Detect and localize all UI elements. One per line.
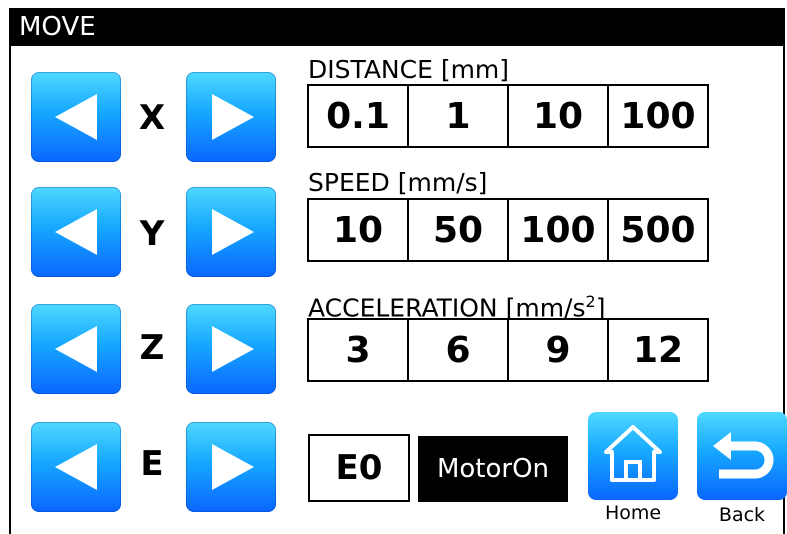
- x-minus-button[interactable]: [31, 72, 121, 162]
- acceleration-option[interactable]: 9: [509, 320, 609, 380]
- speed-selector: 10 50 100 500: [307, 198, 709, 262]
- x-plus-button[interactable]: [186, 72, 276, 162]
- e-minus-button[interactable]: [31, 422, 121, 512]
- axis-label-y: Y: [139, 214, 165, 254]
- right-arrow-icon: [212, 94, 254, 140]
- left-arrow-icon: [55, 94, 97, 140]
- axis-label-e: E: [140, 444, 164, 484]
- back-caption: Back: [718, 504, 766, 526]
- left-arrow-icon: [55, 209, 97, 255]
- distance-option[interactable]: 100: [609, 86, 707, 146]
- y-plus-button[interactable]: [186, 187, 276, 277]
- extruder-select-button[interactable]: E0: [308, 434, 410, 502]
- speed-option[interactable]: 50: [409, 200, 509, 260]
- home-caption: Home: [604, 502, 662, 524]
- z-minus-button[interactable]: [31, 304, 121, 394]
- z-plus-button[interactable]: [186, 304, 276, 394]
- distance-label: DISTANCE [mm]: [308, 55, 510, 84]
- left-arrow-icon: [55, 444, 97, 490]
- distance-option[interactable]: 0.1: [309, 86, 409, 146]
- acceleration-option[interactable]: 6: [409, 320, 509, 380]
- axis-label-x: X: [138, 98, 166, 138]
- acceleration-label-exponent: 2: [585, 292, 596, 311]
- acceleration-selector: 3 6 9 12: [307, 318, 709, 382]
- distance-option[interactable]: 10: [509, 86, 609, 146]
- right-arrow-icon: [212, 326, 254, 372]
- distance-selector: 0.1 1 10 100: [307, 84, 709, 148]
- speed-option[interactable]: 10: [309, 200, 409, 260]
- back-button[interactable]: [697, 412, 787, 500]
- distance-option[interactable]: 1: [409, 86, 509, 146]
- home-icon: [604, 425, 662, 482]
- right-arrow-icon: [212, 444, 254, 490]
- home-button[interactable]: [588, 412, 678, 500]
- acceleration-option[interactable]: 12: [609, 320, 707, 380]
- motor-on-button[interactable]: MotorOn: [418, 436, 568, 502]
- speed-option[interactable]: 100: [509, 200, 609, 260]
- speed-option[interactable]: 500: [609, 200, 707, 260]
- screen-title: MOVE: [19, 12, 96, 42]
- speed-label: SPEED [mm/s]: [308, 168, 488, 197]
- e-plus-button[interactable]: [186, 422, 276, 512]
- right-arrow-icon: [212, 209, 254, 255]
- left-arrow-icon: [55, 326, 97, 372]
- title-bar: MOVE: [9, 8, 785, 46]
- acceleration-option[interactable]: 3: [309, 320, 409, 380]
- y-minus-button[interactable]: [31, 187, 121, 277]
- axis-label-z: Z: [139, 328, 165, 368]
- back-arrow-icon: [713, 432, 774, 479]
